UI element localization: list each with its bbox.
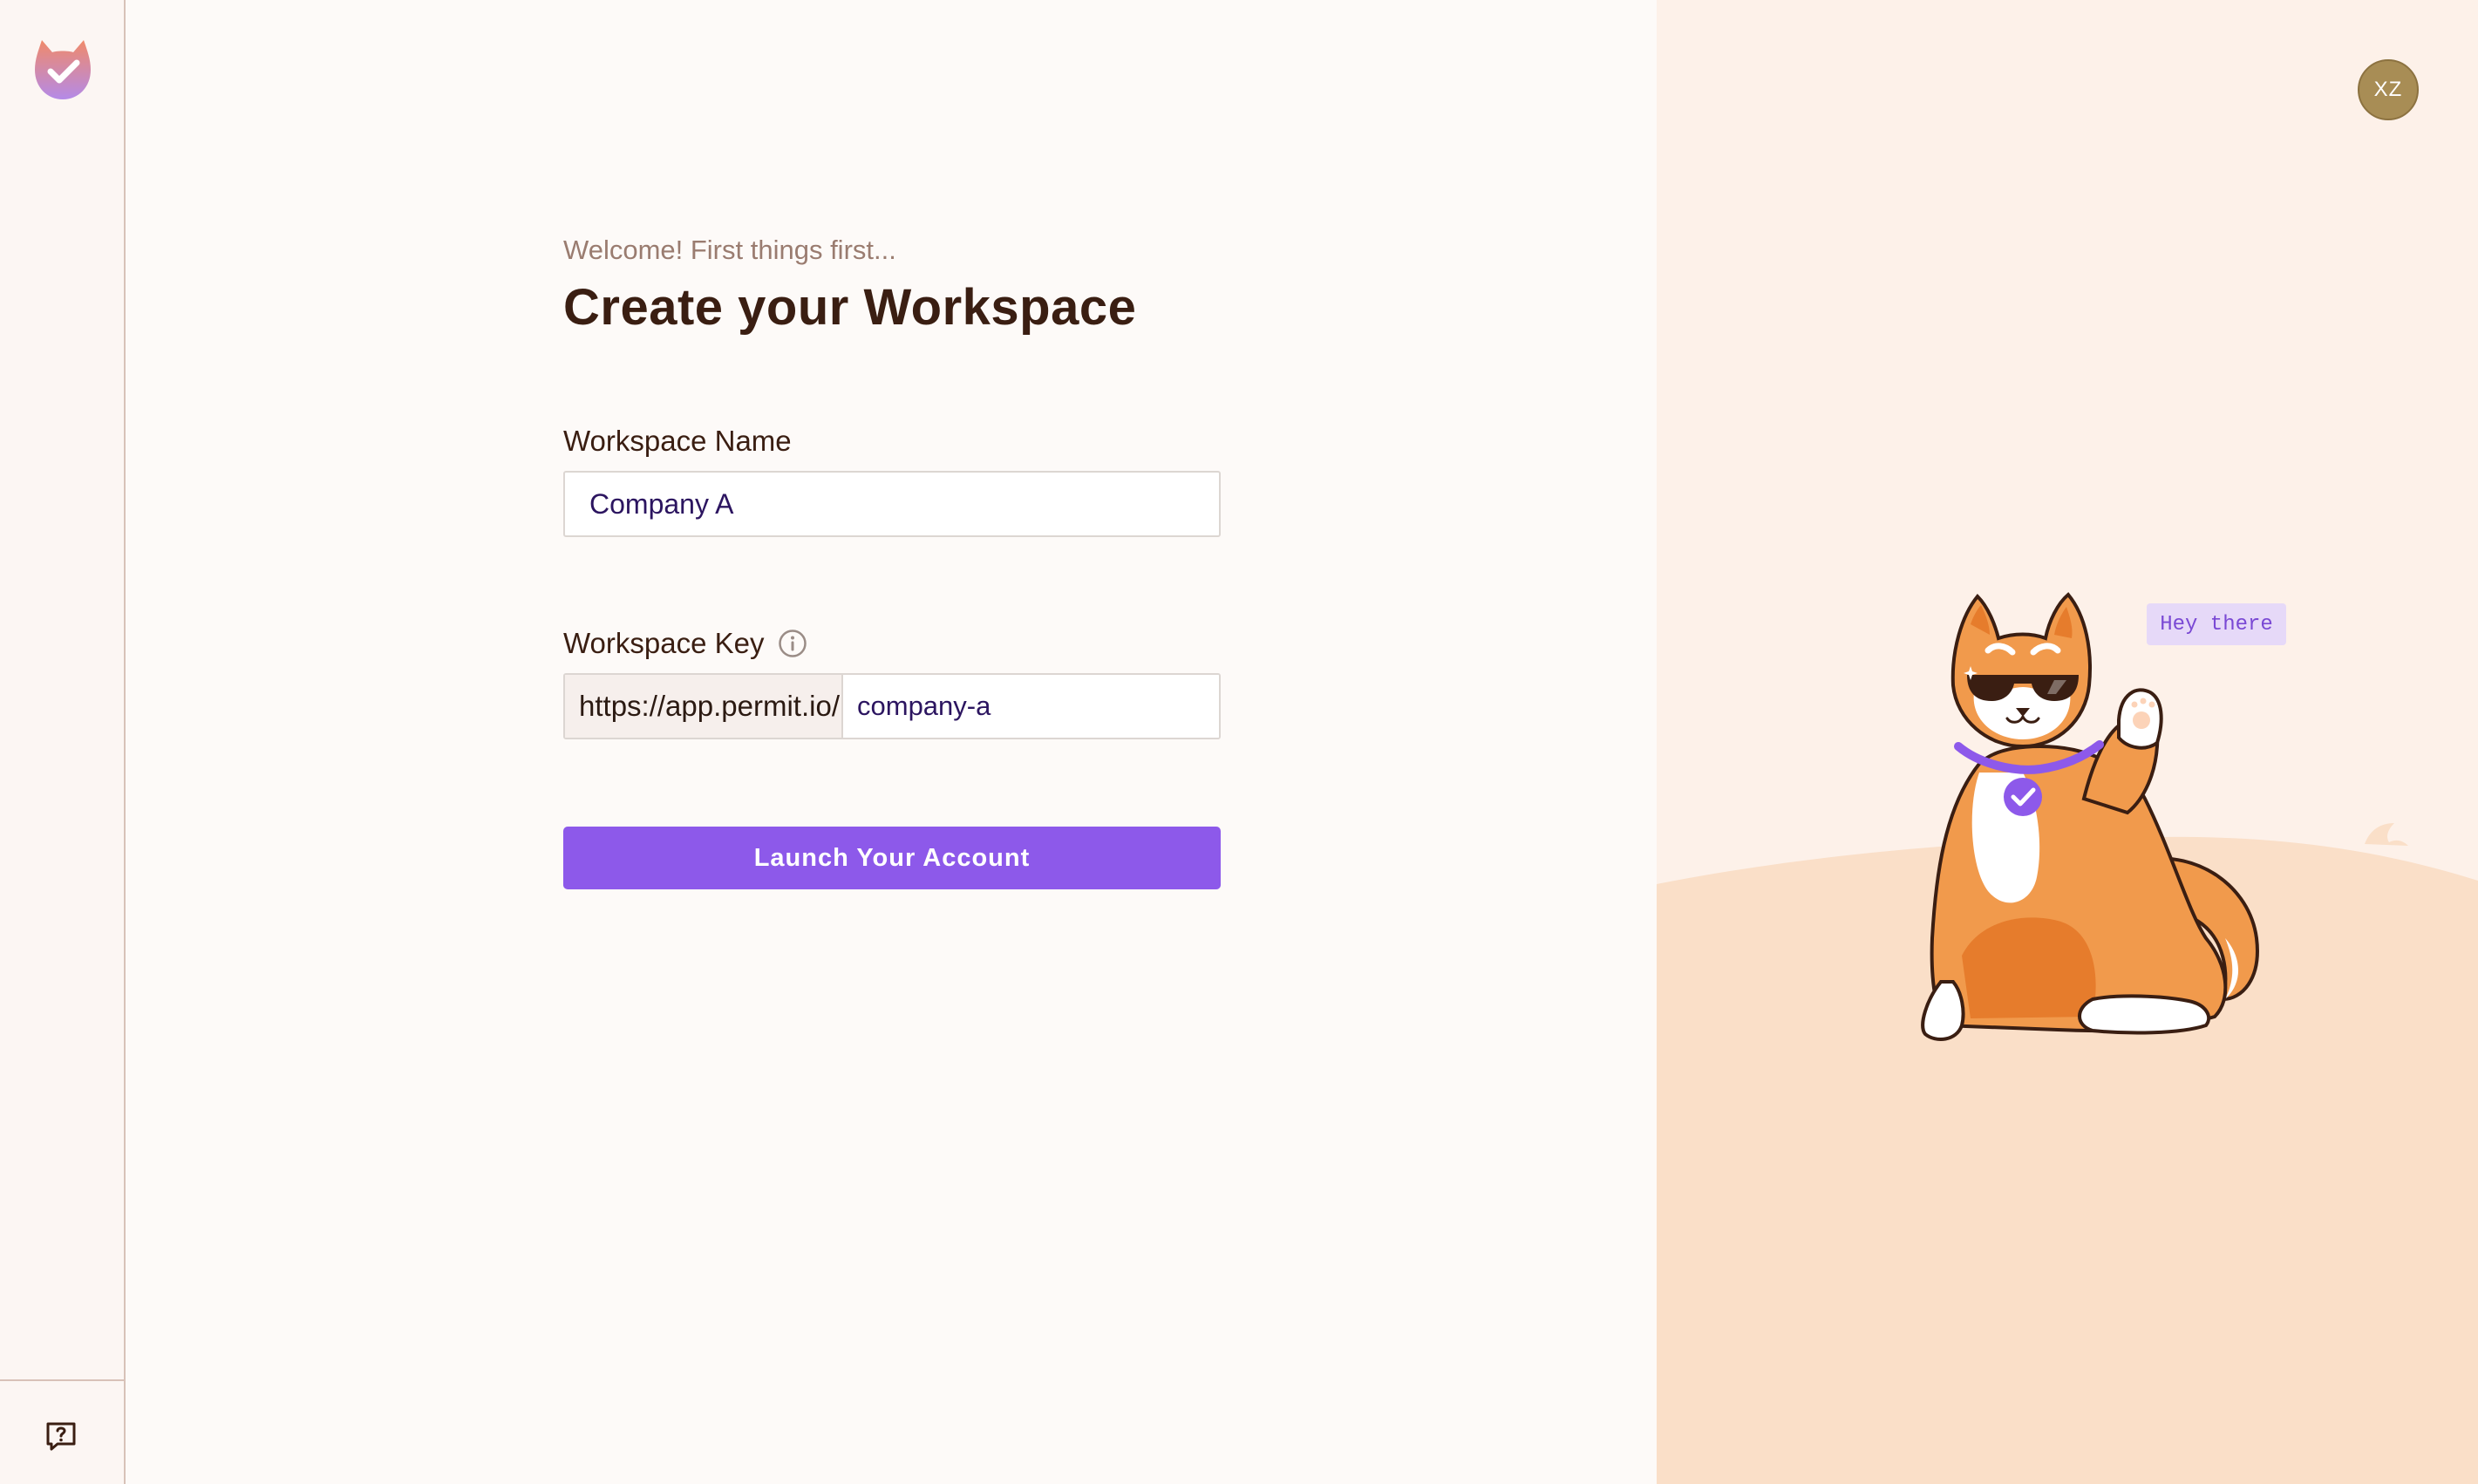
workspace-key-label: Workspace Key: [563, 624, 807, 663]
workspace-key-input[interactable]: [843, 675, 1219, 738]
workspace-name-label: Workspace Name: [563, 422, 792, 460]
workspace-key-prefix: https://app.permit.io/: [565, 675, 843, 738]
cat-mascot-illustration: [1883, 589, 2267, 1060]
workspace-name-input[interactable]: [563, 471, 1221, 537]
workspace-name-label-text: Workspace Name: [563, 425, 792, 457]
workspace-key-label-text: Workspace Key: [563, 627, 765, 659]
launch-account-button[interactable]: Launch Your Account: [563, 827, 1221, 889]
permit-logo-icon[interactable]: [30, 35, 96, 101]
help-icon[interactable]: [42, 1418, 80, 1456]
user-avatar[interactable]: XZ: [2358, 59, 2419, 120]
sidebar-divider: [0, 1379, 124, 1381]
info-icon[interactable]: [778, 629, 807, 658]
sidebar: [0, 0, 126, 1484]
create-workspace-form: Welcome! First things first... Create yo…: [563, 228, 1221, 889]
page-title: Create your Workspace: [563, 279, 1137, 336]
welcome-text: Welcome! First things first...: [563, 235, 896, 265]
workspace-key-field: https://app.permit.io/: [563, 673, 1221, 739]
